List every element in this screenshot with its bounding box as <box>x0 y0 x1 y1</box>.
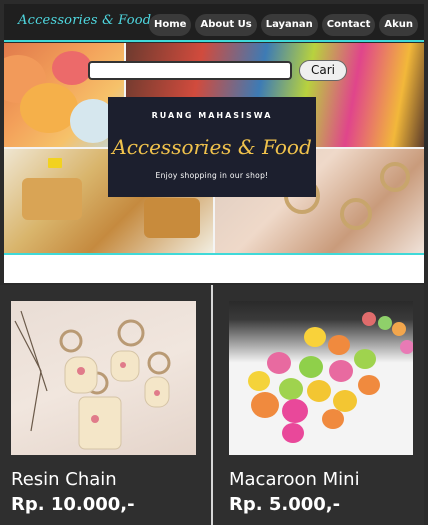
search-input[interactable] <box>88 61 292 80</box>
hero-collage: Cari RUANG MAHASISWA Accessories & Food … <box>4 43 424 253</box>
macaroon-illustration <box>248 312 413 443</box>
banner-title: Accessories & Food <box>112 135 312 159</box>
product-name[interactable]: Resin Chain <box>11 469 117 490</box>
product-grid: Resin Chain Rp. 10.000,- Macaroon Mini R… <box>0 285 428 525</box>
section-separator <box>4 253 424 283</box>
banner-small-title: RUANG MAHASISWA <box>151 111 273 120</box>
card-divider <box>211 285 213 525</box>
nav-menu: Home About Us Layanan Contact Akun <box>149 14 418 36</box>
nav-home[interactable]: Home <box>149 14 192 36</box>
brand-logo[interactable]: Accessories & Food <box>18 13 151 28</box>
product-price: Rp. 5.000,- <box>229 494 341 515</box>
nav-layanan[interactable]: Layanan <box>260 14 318 36</box>
product-card[interactable]: Resin Chain Rp. 10.000,- <box>0 285 211 525</box>
nav-about-us[interactable]: About Us <box>195 14 257 36</box>
product-image-resin-chain[interactable] <box>11 301 196 455</box>
nav-contact[interactable]: Contact <box>321 14 376 36</box>
product-price: Rp. 10.000,- <box>11 494 135 515</box>
nav-akun[interactable]: Akun <box>379 14 418 36</box>
top-nav: Accessories & Food Home About Us Layanan… <box>4 4 424 42</box>
banner-tagline: Enjoy shopping in our shop! <box>155 171 269 180</box>
product-card[interactable]: Macaroon Mini Rp. 5.000,- <box>213 285 424 525</box>
hero-macaron-photo <box>4 43 124 148</box>
product-image-macaroon-mini[interactable] <box>229 301 413 455</box>
product-name[interactable]: Macaroon Mini <box>229 469 360 490</box>
hero-banner: RUANG MAHASISWA Accessories & Food Enjoy… <box>108 97 316 197</box>
resin-chain-illustration <box>14 310 171 450</box>
search-button[interactable]: Cari <box>299 60 347 81</box>
